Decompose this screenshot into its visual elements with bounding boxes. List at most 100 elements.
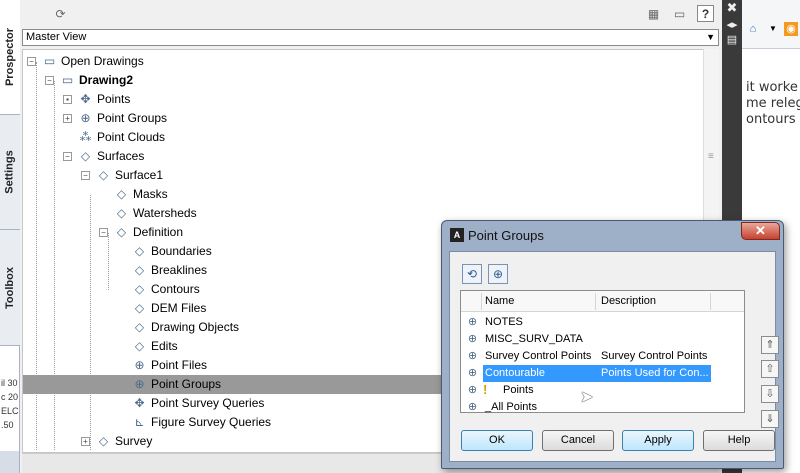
tree-item-label: DEM Files <box>151 301 207 315</box>
tree-item-label: Masks <box>133 187 168 201</box>
point-group-icon: ⊕ <box>467 384 478 396</box>
drawing-icon: ▭ <box>61 73 74 87</box>
point-group-row[interactable]: ⊕ Contourable Points Used for Con... <box>461 365 744 382</box>
column-separator <box>595 293 596 310</box>
chevron-down-icon[interactable]: ▼ <box>766 22 780 36</box>
browser-toolbar: ⌂ ▼ ◉ <box>742 0 800 49</box>
column-header-name[interactable]: Name <box>481 291 595 312</box>
warning-icon: ! <box>483 382 488 397</box>
point-groups-icon: ⊕ <box>80 111 91 125</box>
column-separator <box>481 293 482 310</box>
tab-prospector-label: Prospector <box>4 27 17 87</box>
update-points-icon[interactable]: ⟲ <box>462 264 482 284</box>
masks-icon: ◇ <box>116 187 127 201</box>
collapse-icon[interactable]: − <box>81 171 90 180</box>
cancel-button[interactable]: Cancel <box>542 430 614 451</box>
auto-hide-icon[interactable]: ◂▸ <box>722 18 742 31</box>
point-group-icon: ⊕ <box>467 316 478 328</box>
tree-item-point-groups[interactable]: + ⊕ Point Groups <box>23 109 718 128</box>
tree-item-label: Point Clouds <box>97 130 166 144</box>
close-button[interactable]: ✕ <box>741 222 780 240</box>
collapse-icon[interactable]: − <box>45 76 54 85</box>
point-group-icon: ⊕ <box>467 333 478 345</box>
browser-text-line: me relega <box>746 96 800 111</box>
ok-button[interactable]: OK <box>461 430 533 451</box>
point-group-icon: ⊕ <box>467 367 478 379</box>
tab-settings[interactable]: Settings <box>0 115 20 230</box>
chevron-down-icon[interactable]: ▼ <box>706 30 715 45</box>
breaklines-icon: ◇ <box>134 263 145 277</box>
tree-item-label: Point Survey Queries <box>151 396 265 410</box>
home-icon[interactable]: ⌂ <box>746 22 760 36</box>
expand-icon[interactable]: + <box>63 114 72 123</box>
app-logo-icon: A <box>450 228 464 242</box>
fragment-line: ELC <box>1 406 19 416</box>
boundaries-icon: ◇ <box>134 244 145 258</box>
point-files-icon: ⊕ <box>134 358 145 372</box>
collapse-icon[interactable]: − <box>63 152 72 161</box>
tree-item-points[interactable]: ▪ ✥ Points <box>23 90 718 109</box>
tree-item-surface1[interactable]: − ◇ Surface1 <box>23 166 718 185</box>
tree-item-label: Boundaries <box>151 244 212 258</box>
view-select[interactable]: Master View ▼ <box>22 29 719 46</box>
view-select-value: Master View <box>26 31 87 43</box>
browser-text-line: ontours us <box>746 112 800 127</box>
column-header-filler <box>710 291 744 312</box>
mouse-cursor-icon: ➤ <box>580 389 594 406</box>
point-group-row[interactable]: ⊕ _All Points <box>461 399 744 416</box>
background-text-fragment: il 30 c 20 ELC .50 <box>0 346 20 451</box>
refresh-icon[interactable]: ⟳ <box>52 5 69 22</box>
tree-guide-line <box>36 62 37 450</box>
column-header-description[interactable]: Description <box>595 291 710 312</box>
tree-item-masks[interactable]: ◇ Masks <box>23 185 718 204</box>
point-group-name: _All Points <box>485 401 537 413</box>
apply-button[interactable]: Apply <box>622 430 694 451</box>
collapse-icon[interactable]: − <box>99 228 108 237</box>
move-top-button[interactable]: ⇑ <box>761 336 779 354</box>
tree-item-label: Watersheds <box>133 206 197 220</box>
point-group-row[interactable]: ⊕ Survey Control Points Survey Control Poi… <box>461 348 744 365</box>
tab-prospector[interactable]: Prospector <box>0 0 20 115</box>
help-dialog-button[interactable]: Help <box>703 430 775 451</box>
point-group-icon: ⊕ <box>467 401 478 413</box>
figure-survey-queries-icon: ⊾ <box>134 415 145 429</box>
move-bottom-button[interactable]: ⇓ <box>761 410 779 428</box>
dialog-title: Point Groups <box>468 228 544 243</box>
tree-item-label: Point Groups <box>151 377 222 391</box>
move-down-button[interactable]: ⇩ <box>761 385 779 403</box>
tree-item-point-clouds[interactable]: ⁂ Point Clouds <box>23 128 718 147</box>
collapse-icon[interactable]: ▪ <box>63 95 72 104</box>
close-icon[interactable]: ✖ <box>722 0 742 16</box>
prospector-toolbar: ⟳ ▦ ▭ ? <box>20 0 720 28</box>
item-view-icon[interactable]: ▦ <box>645 5 662 22</box>
point-clouds-icon: ⁂ <box>79 130 92 144</box>
tree-item-surfaces[interactable]: − ◇ Surfaces <box>23 147 718 166</box>
point-group-row[interactable]: ⊕ NOTES <box>461 314 744 331</box>
preview-icon[interactable]: ▭ <box>671 5 688 22</box>
tree-item-open-drawings[interactable]: − ▭ Open Drawings <box>23 52 718 71</box>
tree-item-label: Definition <box>133 225 184 239</box>
point-group-name: Survey Control Points <box>485 350 592 362</box>
point-group-name: MISC_SURV_DATA <box>485 333 583 345</box>
point-group-row[interactable]: ⊕ MISC_SURV_DATA <box>461 331 744 348</box>
tree-guide-line <box>108 233 109 290</box>
surface-icon: ◇ <box>98 168 109 182</box>
tree-item-label: Point Groups <box>97 111 168 125</box>
tree-item-label: Surfaces <box>97 149 145 163</box>
tab-toolbox[interactable]: Toolbox <box>0 230 20 346</box>
tree-guide-line <box>54 81 55 450</box>
properties-icon[interactable]: ▤ <box>722 33 742 46</box>
scroll-grip-icon: ≡ <box>708 151 714 162</box>
rss-icon[interactable]: ◉ <box>784 22 798 36</box>
column-header-icon[interactable] <box>461 291 481 312</box>
move-up-button[interactable]: ⇧ <box>761 360 779 378</box>
point-group-properties-icon[interactable]: ⊕ <box>488 264 508 284</box>
point-group-icon: ⊕ <box>467 350 478 362</box>
collapse-icon[interactable]: − <box>27 57 36 66</box>
tree-item-drawing2[interactable]: − ▭ Drawing2 <box>23 71 718 90</box>
help-button[interactable]: ? <box>697 5 714 22</box>
expand-icon[interactable]: + <box>81 437 90 446</box>
tree-item-label: Drawing Objects <box>151 320 240 334</box>
point-group-row[interactable]: ⊕! Points <box>461 382 744 399</box>
tab-settings-label: Settings <box>4 150 16 194</box>
